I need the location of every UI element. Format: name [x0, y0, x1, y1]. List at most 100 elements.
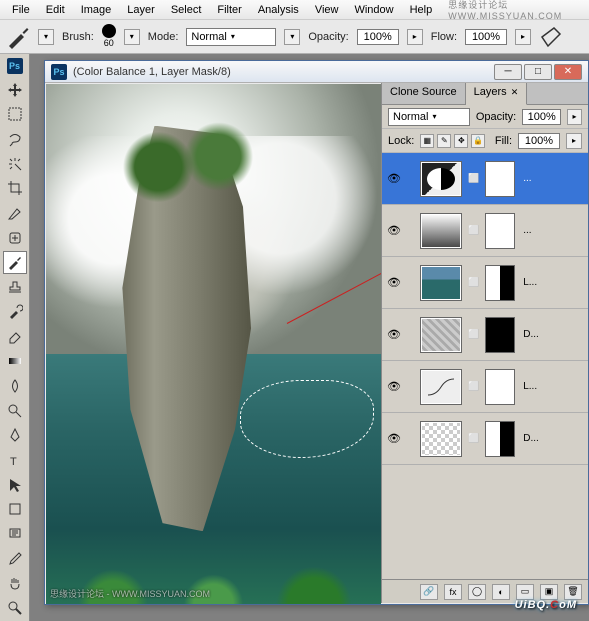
- flow-input[interactable]: 100%: [465, 29, 507, 45]
- shape-tool[interactable]: [3, 497, 27, 521]
- layer-thumbnail[interactable]: [420, 369, 462, 405]
- mode-extra-icon[interactable]: ▾: [284, 29, 300, 45]
- menu-edit[interactable]: Edit: [38, 2, 73, 18]
- heal-tool[interactable]: [3, 226, 27, 250]
- layer-mask-thumbnail[interactable]: [485, 369, 515, 405]
- flow-slider-icon[interactable]: ▸: [515, 29, 531, 45]
- layer-name[interactable]: ...: [523, 225, 531, 236]
- layer-name[interactable]: L...: [523, 381, 537, 392]
- layer-mask-icon[interactable]: ◯: [468, 584, 486, 600]
- layer-opacity-slider-icon[interactable]: ▸: [567, 109, 582, 125]
- menu-help[interactable]: Help: [402, 2, 441, 18]
- visibility-icon[interactable]: 👁: [386, 327, 402, 343]
- layer-mask-thumbnail[interactable]: [485, 421, 515, 457]
- layer-thumbnail[interactable]: [420, 161, 462, 197]
- blur-tool[interactable]: [3, 374, 27, 398]
- layer-row[interactable]: 👁 ⬜ D...: [382, 413, 588, 465]
- lock-transparency-icon[interactable]: ▦: [420, 134, 434, 148]
- mode-label: Mode:: [148, 31, 179, 43]
- tab-clone-source[interactable]: Clone Source: [382, 83, 466, 104]
- layer-blend-mode-select[interactable]: Normal▾: [388, 108, 470, 126]
- brush-tool-icon[interactable]: [6, 25, 30, 49]
- hand-tool[interactable]: [3, 571, 27, 595]
- tab-close-icon[interactable]: ✕: [511, 87, 519, 97]
- fill-input[interactable]: 100%: [518, 133, 560, 149]
- pen-tool[interactable]: [3, 423, 27, 447]
- canvas-watermark: 思缘设计论坛 - WWW.MISSYUAN.COM: [50, 587, 210, 600]
- layer-opacity-input[interactable]: 100%: [522, 109, 561, 125]
- layer-thumbnail[interactable]: [420, 421, 462, 457]
- menu-file[interactable]: File: [4, 2, 38, 18]
- layer-mask-thumbnail[interactable]: [485, 161, 515, 197]
- notes-tool[interactable]: [3, 522, 27, 546]
- lock-pixels-icon[interactable]: ✎: [437, 134, 451, 148]
- brush-dropdown-icon[interactable]: ▾: [124, 29, 140, 45]
- page-watermark: UiBQ.CoM: [515, 592, 577, 613]
- layer-thumbnail[interactable]: [420, 213, 462, 249]
- layer-mask-thumbnail[interactable]: [485, 317, 515, 353]
- menu-select[interactable]: Select: [163, 2, 210, 18]
- marquee-tool[interactable]: [3, 102, 27, 126]
- layer-name[interactable]: ...: [523, 173, 531, 184]
- eraser-tool[interactable]: [3, 325, 27, 349]
- layer-name[interactable]: D...: [523, 433, 539, 444]
- zoom-tool[interactable]: [3, 596, 27, 620]
- close-button[interactable]: ✕: [554, 64, 582, 80]
- tab-layers[interactable]: Layers✕: [466, 83, 528, 105]
- adjustment-layer-icon[interactable]: ◐: [492, 584, 510, 600]
- menu-analysis[interactable]: Analysis: [250, 2, 307, 18]
- type-tool[interactable]: T: [3, 448, 27, 472]
- menu-view[interactable]: View: [307, 2, 347, 18]
- title-bar[interactable]: Ps (Color Balance 1, Layer Mask/8) ─ □ ✕: [45, 61, 588, 83]
- layer-name[interactable]: D...: [523, 329, 539, 340]
- lock-position-icon[interactable]: ✥: [454, 134, 468, 148]
- fill-slider-icon[interactable]: ▸: [566, 133, 582, 149]
- link-layers-icon[interactable]: 🔗: [420, 584, 438, 600]
- visibility-icon[interactable]: 👁: [386, 431, 402, 447]
- opacity-slider-icon[interactable]: ▸: [407, 29, 423, 45]
- layer-name[interactable]: L...: [523, 277, 537, 288]
- layer-row[interactable]: 👁 ⬜ ...: [382, 205, 588, 257]
- dodge-tool[interactable]: [3, 399, 27, 423]
- menu-image[interactable]: Image: [73, 2, 120, 18]
- tool-preset-picker[interactable]: ▾: [38, 29, 54, 45]
- menu-bar: File Edit Image Layer Select Filter Anal…: [0, 0, 589, 20]
- history-brush-tool[interactable]: [3, 300, 27, 324]
- crop-tool[interactable]: [3, 176, 27, 200]
- opacity-input[interactable]: 100%: [357, 29, 399, 45]
- layer-row[interactable]: 👁 ⬜ ...: [382, 153, 588, 205]
- slice-tool[interactable]: [3, 201, 27, 225]
- layer-thumbnail[interactable]: [420, 317, 462, 353]
- move-tool[interactable]: [3, 78, 27, 102]
- layer-row[interactable]: 👁 ⬜ L...: [382, 361, 588, 413]
- layer-row[interactable]: 👁 ⬜ D...: [382, 309, 588, 361]
- brush-preset-picker[interactable]: 60: [102, 24, 116, 49]
- layer-row[interactable]: 👁 ⬜ L...: [382, 257, 588, 309]
- visibility-icon[interactable]: 👁: [386, 379, 402, 395]
- canvas[interactable]: 思缘设计论坛 - WWW.MISSYUAN.COM: [46, 84, 381, 604]
- menu-layer[interactable]: Layer: [119, 2, 163, 18]
- lasso-tool[interactable]: [3, 127, 27, 151]
- document-window: Ps (Color Balance 1, Layer Mask/8) ─ □ ✕…: [44, 60, 589, 605]
- maximize-button[interactable]: □: [524, 64, 552, 80]
- visibility-icon[interactable]: 👁: [386, 223, 402, 239]
- airbrush-icon[interactable]: [539, 25, 563, 49]
- gradient-tool[interactable]: [3, 349, 27, 373]
- visibility-icon[interactable]: 👁: [386, 275, 402, 291]
- layer-style-icon[interactable]: fx: [444, 584, 462, 600]
- brush-tool[interactable]: [3, 251, 27, 275]
- eyedropper-tool[interactable]: [3, 547, 27, 571]
- stamp-tool[interactable]: [3, 275, 27, 299]
- visibility-icon[interactable]: 👁: [386, 171, 402, 187]
- menu-window[interactable]: Window: [346, 2, 401, 18]
- lock-all-icon[interactable]: 🔒: [471, 134, 485, 148]
- blend-mode-select[interactable]: Normal▾: [186, 28, 276, 46]
- path-select-tool[interactable]: [3, 473, 27, 497]
- layer-thumbnail[interactable]: [420, 265, 462, 301]
- wand-tool[interactable]: [3, 152, 27, 176]
- layer-mask-thumbnail[interactable]: [485, 265, 515, 301]
- document-title: (Color Balance 1, Layer Mask/8): [73, 66, 488, 78]
- layer-mask-thumbnail[interactable]: [485, 213, 515, 249]
- menu-filter[interactable]: Filter: [209, 2, 249, 18]
- minimize-button[interactable]: ─: [494, 64, 522, 80]
